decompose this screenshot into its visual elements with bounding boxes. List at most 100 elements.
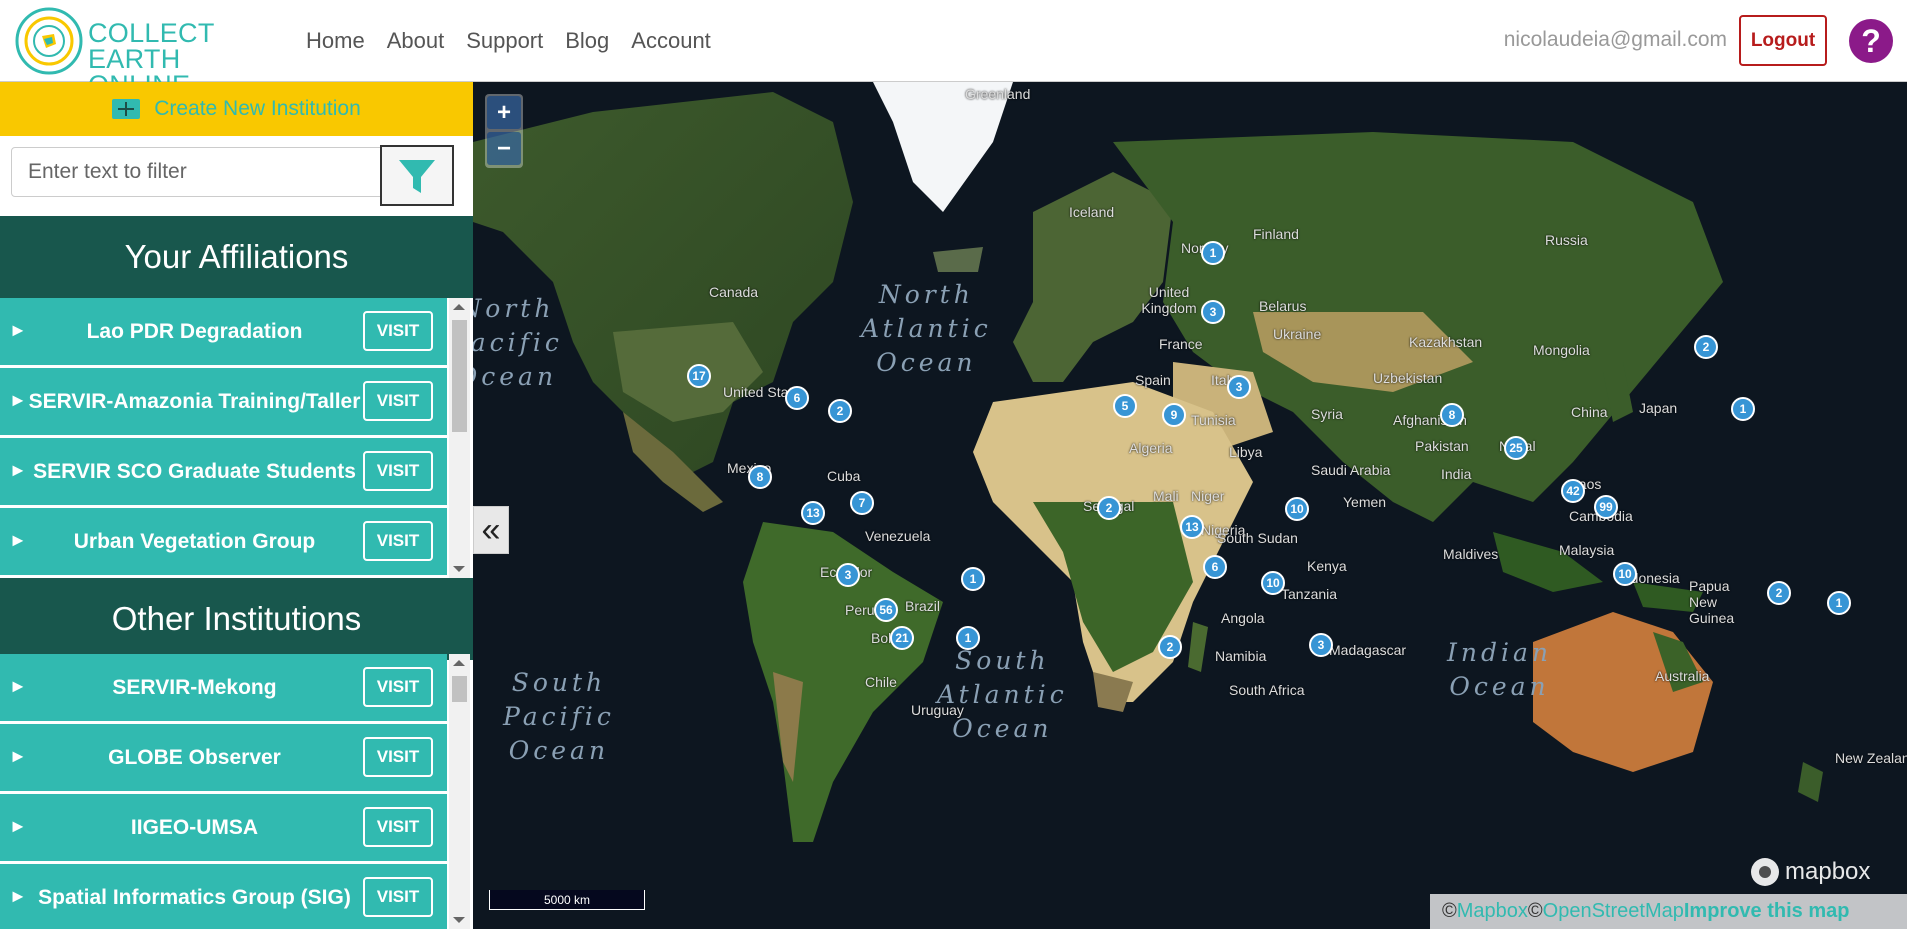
scroll-down-icon[interactable]: [453, 566, 465, 572]
place-label: Japan: [1639, 400, 1678, 416]
user-email[interactable]: nicolaudeia@gmail.com: [1504, 28, 1727, 52]
filter-input[interactable]: [11, 147, 381, 197]
project-cluster[interactable]: 2: [1158, 635, 1182, 659]
map-landmass: [473, 82, 1823, 842]
project-cluster[interactable]: 8: [748, 465, 772, 489]
project-cluster[interactable]: 17: [687, 364, 711, 388]
main-nav: Home About Support Blog Account: [306, 0, 733, 82]
institution-name: SERVIR-Mekong: [112, 675, 277, 699]
mapbox-logo[interactable]: mapbox: [1751, 858, 1870, 886]
visit-button[interactable]: VISIT: [363, 877, 433, 917]
place-label: Brazil: [905, 598, 941, 614]
improve-map-link[interactable]: Improve this map: [1684, 900, 1850, 923]
project-cluster[interactable]: 2: [1097, 496, 1121, 520]
project-cluster[interactable]: 1: [961, 567, 985, 591]
affiliations-scrollbar[interactable]: [449, 298, 470, 578]
place-label: Tunisia: [1191, 412, 1236, 428]
visit-button[interactable]: VISIT: [363, 381, 433, 421]
visit-button[interactable]: VISIT: [363, 667, 433, 707]
create-institution-button[interactable]: Create New Institution: [0, 82, 473, 136]
list-item[interactable]: ► SERVIR-Mekong VISIT: [0, 654, 447, 724]
zoom-in-button[interactable]: +: [487, 96, 521, 129]
nav-home[interactable]: Home: [306, 28, 365, 54]
project-cluster[interactable]: 3: [836, 563, 860, 587]
ocean-label: South Pacific Ocean: [503, 668, 615, 765]
project-cluster[interactable]: 3: [1201, 300, 1225, 324]
list-item[interactable]: ► GLOBE Observer VISIT: [0, 724, 447, 794]
list-item[interactable]: ► Urban Vegetation Group VISIT: [0, 508, 447, 578]
project-cluster[interactable]: 6: [1203, 555, 1227, 579]
project-cluster[interactable]: 13: [801, 501, 825, 525]
other-institutions-list: ► SERVIR-Mekong VISIT ► GLOBE Observer V…: [0, 654, 473, 929]
ocean-label: North Atlantic Ocean: [861, 280, 992, 377]
list-item[interactable]: ► Spatial Informatics Group (SIG) VISIT: [0, 864, 447, 929]
mapbox-attribution-link[interactable]: Mapbox: [1457, 900, 1528, 923]
project-cluster[interactable]: 1: [956, 626, 980, 650]
project-cluster[interactable]: 10: [1613, 562, 1637, 586]
nav-about[interactable]: About: [387, 28, 445, 54]
project-cluster[interactable]: 10: [1261, 571, 1285, 595]
project-cluster[interactable]: 56: [874, 598, 898, 622]
project-cluster[interactable]: 6: [785, 386, 809, 410]
nav-blog[interactable]: Blog: [565, 28, 609, 54]
project-cluster[interactable]: 8: [1440, 403, 1464, 427]
place-label: Venezuela: [865, 528, 931, 544]
project-cluster[interactable]: 13: [1180, 515, 1204, 539]
affiliations-list: ► Lao PDR Degradation VISIT ► SERVIR-Ama…: [0, 298, 473, 578]
project-cluster[interactable]: 7: [850, 491, 874, 515]
place-label: Greenland: [965, 86, 1031, 102]
place-label: Peru: [845, 602, 875, 618]
visit-button[interactable]: VISIT: [363, 451, 433, 491]
scroll-thumb[interactable]: [452, 320, 467, 432]
place-label: Russia: [1545, 232, 1588, 248]
place-label: Niger: [1191, 488, 1225, 504]
affiliations-header: Your Affiliations: [0, 216, 473, 298]
project-cluster[interactable]: 1: [1731, 397, 1755, 421]
filter-button[interactable]: [380, 145, 454, 206]
visit-button[interactable]: VISIT: [363, 521, 433, 561]
filter-icon: [399, 159, 435, 193]
project-cluster[interactable]: 42: [1561, 479, 1585, 503]
scroll-up-icon[interactable]: [453, 660, 465, 666]
institution-name: SERVIR-Amazonia Training/Taller: [28, 389, 361, 413]
project-cluster[interactable]: 5: [1113, 394, 1137, 418]
help-icon[interactable]: ?: [1849, 19, 1893, 63]
project-cluster[interactable]: 3: [1309, 633, 1333, 657]
place-label: South Sudan: [1217, 530, 1298, 546]
project-cluster[interactable]: 3: [1227, 375, 1251, 399]
list-item[interactable]: ► Lao PDR Degradation VISIT: [0, 298, 447, 368]
visit-button[interactable]: VISIT: [363, 737, 433, 777]
project-cluster[interactable]: 1: [1827, 591, 1851, 615]
scroll-up-icon[interactable]: [453, 304, 465, 310]
project-cluster[interactable]: 2: [1767, 581, 1791, 605]
zoom-out-button[interactable]: −: [487, 132, 521, 165]
visit-button[interactable]: VISIT: [363, 807, 433, 847]
project-cluster[interactable]: 99: [1594, 495, 1618, 519]
institution-name: Urban Vegetation Group: [73, 529, 316, 553]
world-map[interactable]: North Pacific Ocean North Atlantic Ocean…: [473, 82, 1907, 929]
collapse-sidebar-button[interactable]: «: [473, 506, 509, 554]
project-cluster[interactable]: 25: [1504, 436, 1528, 460]
logout-button[interactable]: Logout: [1739, 15, 1827, 66]
list-item[interactable]: ► SERVIR-Amazonia Training/Taller VISIT: [0, 368, 447, 438]
collect-earth-logo[interactable]: COLLECT EARTH ONLINE: [14, 6, 284, 99]
list-item[interactable]: ► SERVIR SCO Graduate Students VISIT: [0, 438, 447, 508]
project-cluster[interactable]: 21: [890, 626, 914, 650]
project-cluster[interactable]: 2: [1694, 335, 1718, 359]
project-cluster[interactable]: 10: [1285, 497, 1309, 521]
visit-button[interactable]: VISIT: [363, 311, 433, 351]
place-label: Uruguay: [911, 702, 964, 718]
other-institutions-scrollbar[interactable]: [449, 654, 470, 929]
nav-account[interactable]: Account: [631, 28, 711, 54]
project-cluster[interactable]: 1: [1201, 241, 1225, 265]
place-label: Ukraine: [1273, 326, 1322, 342]
list-item[interactable]: ► IIGEO-UMSA VISIT: [0, 794, 447, 864]
osm-attribution-link[interactable]: OpenStreetMap: [1543, 900, 1684, 923]
project-cluster[interactable]: 2: [828, 399, 852, 423]
scroll-thumb[interactable]: [452, 676, 467, 702]
nav-support[interactable]: Support: [466, 28, 543, 54]
scroll-down-icon[interactable]: [453, 917, 465, 923]
place-label: France: [1159, 336, 1203, 352]
project-cluster[interactable]: 9: [1162, 403, 1186, 427]
navbar: COLLECT EARTH ONLINE Home About Support …: [0, 0, 1907, 99]
